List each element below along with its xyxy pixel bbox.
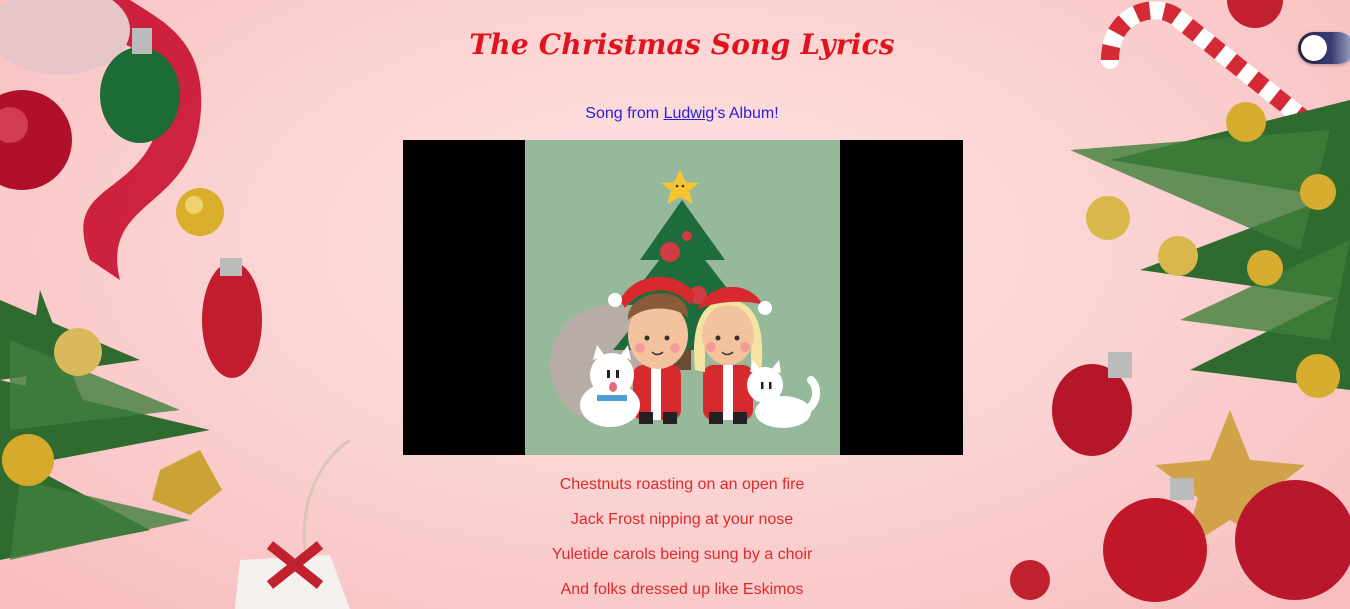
lyric-line: Chestnuts roasting on an open fire — [559, 476, 805, 493]
theme-toggle[interactable] — [1298, 32, 1350, 64]
toggle-knob — [1301, 35, 1327, 61]
subtitle-suffix: 's Album! — [714, 105, 779, 122]
lyric-line: And folks dressed up like Eskimos — [560, 581, 804, 598]
page-title: The Christmas Song Lyrics — [469, 28, 895, 61]
video-player[interactable] — [403, 140, 963, 455]
lyric-line: Yuletide carols being sung by a choir — [551, 546, 813, 563]
ludwig-link[interactable]: Ludwig — [664, 105, 715, 122]
lyric-line: Jack Frost nipping at your nose — [570, 511, 794, 528]
lyrics-list: Chestnuts roasting on an open fire Jack … — [0, 476, 1350, 609]
video-thumbnail-image — [525, 140, 840, 455]
subtitle-prefix: Song from — [585, 105, 664, 122]
album-subtitle: Song from Ludwig's Album! — [0, 105, 1350, 123]
